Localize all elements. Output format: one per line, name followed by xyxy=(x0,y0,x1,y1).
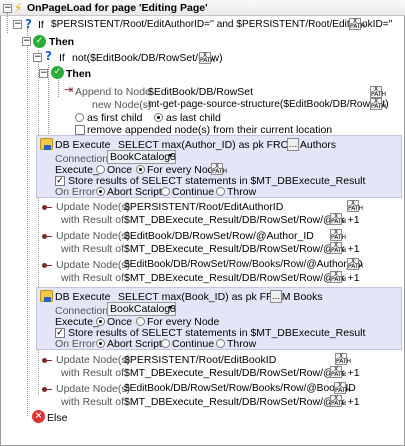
once-radio[interactable] xyxy=(96,317,105,326)
if-keyword: If xyxy=(38,19,44,31)
with-result-label: with Result of xyxy=(61,214,125,226)
xpath-button-icon[interactable]: X PATH xyxy=(347,258,363,270)
update-node-icon xyxy=(42,358,56,363)
then-checkmark-icon: ✓ xyxy=(33,35,46,48)
collapse-root-icon[interactable]: − xyxy=(3,4,12,13)
last-child-label: as last child xyxy=(166,112,221,124)
update-target[interactable]: $PERSISTENT/Root/EditBookID xyxy=(124,354,276,366)
database-icon xyxy=(40,138,53,150)
connection-select[interactable]: BookCatalog3 ▼ xyxy=(107,150,176,164)
with-result-label: with Result of xyxy=(61,367,125,379)
then-label: Then xyxy=(49,36,75,48)
update-label: Update Node(s) xyxy=(56,230,131,242)
update-value[interactable]: $MT_DBExecute_Result/DB/RowSet/Row/@pk +… xyxy=(124,214,360,226)
update-value[interactable]: $MT_DBExecute_Result/DB/RowSet/Row/@pk +… xyxy=(124,243,360,255)
xpath-button-icon[interactable]: X PATH xyxy=(330,395,346,407)
db-execute-label: DB Execute xyxy=(55,139,111,151)
for-every-node-radio[interactable] xyxy=(136,165,145,174)
collapse-then2-icon[interactable]: − xyxy=(39,69,48,78)
then2-label: Then xyxy=(66,68,92,80)
continue-label: Continue xyxy=(172,338,215,350)
store-results-checkbox[interactable]: ✓ xyxy=(55,176,65,186)
update-label: Update Node(s) xyxy=(56,259,131,271)
xpath-button-icon[interactable]: X PATH xyxy=(330,229,346,241)
xpath-button-icon[interactable]: X PATH xyxy=(334,382,350,394)
once-radio[interactable] xyxy=(96,165,105,174)
append-label: Append to Node xyxy=(75,86,151,98)
update-label: Update Node(s) xyxy=(56,354,131,366)
browse-query-button[interactable]: … xyxy=(287,138,299,151)
update-value[interactable]: $MT_DBExecute_Result/DB/RowSet/Row/@pk +… xyxy=(124,272,360,284)
else-x-circle-icon: × xyxy=(32,410,45,423)
xpath-button-icon[interactable]: X PATH xyxy=(330,213,346,225)
abort-script-radio[interactable] xyxy=(96,187,105,196)
update-label: Update Node(s) xyxy=(56,201,131,213)
dropdown-arrow-icon: ▼ xyxy=(167,305,174,312)
store-results-checkbox[interactable]: ✓ xyxy=(55,328,65,338)
collapse-if-icon[interactable]: − xyxy=(13,20,22,29)
first-child-label: as first child xyxy=(87,112,143,124)
dropdown-arrow-icon: ▼ xyxy=(167,153,174,160)
with-result-label: with Result of xyxy=(61,396,125,408)
first-child-radio[interactable] xyxy=(75,113,84,122)
connection-select[interactable]: BookCatalog3 ▼ xyxy=(107,302,176,316)
xpath-button-icon[interactable]: X PATH xyxy=(211,163,227,175)
update-value[interactable]: $MT_DBExecute_Result/DB/RowSet/Row/@pk +… xyxy=(124,396,360,408)
remove-appended-checkbox[interactable] xyxy=(75,125,85,135)
on-error-label: On Error xyxy=(55,338,96,350)
update-node-icon xyxy=(42,263,56,268)
xpath-button-icon[interactable]: X PATH xyxy=(330,242,346,254)
event-title: OnPageLoad for page 'Editing Page' xyxy=(27,2,208,14)
append-target[interactable]: $EditBook/DB/RowSet xyxy=(148,86,253,98)
update-value[interactable]: $MT_DBExecute_Result/DB/RowSet/Row/@pk +… xyxy=(124,367,360,379)
xpath-button-icon[interactable]: X PATH xyxy=(370,98,386,110)
with-result-label: with Result of xyxy=(61,243,125,255)
continue-radio[interactable] xyxy=(161,339,170,348)
lightning-icon: ⚡ xyxy=(14,1,23,15)
xpath-button-icon[interactable]: X PATH xyxy=(330,271,346,283)
update-target[interactable]: $EditBook/DB/RowSet/Row/Books/Row/@Autho… xyxy=(124,259,363,270)
continue-label: Continue xyxy=(172,186,215,198)
abort-script-label: Abort Script xyxy=(107,186,162,198)
then2-checkmark-icon: ✓ xyxy=(51,66,64,79)
abort-script-label: Abort Script xyxy=(107,338,162,350)
throw-label: Throw xyxy=(227,186,257,198)
last-child-radio[interactable] xyxy=(154,113,163,122)
xpath-button-icon[interactable]: X PATH xyxy=(335,353,351,365)
update-label: Update Node(s) xyxy=(56,383,131,395)
abort-script-radio[interactable] xyxy=(96,339,105,348)
if-condition[interactable]: $PERSISTENT/Root/EditAuthorID='' and $PE… xyxy=(51,19,393,30)
if2-keyword: If xyxy=(59,52,65,64)
append-node-icon: ⇥ xyxy=(64,83,74,96)
xpath-button-icon[interactable]: X PATH xyxy=(347,200,363,212)
collapse-if2-icon[interactable]: − xyxy=(33,53,42,62)
db-execute-label: DB Execute xyxy=(55,291,111,303)
update-target[interactable]: $PERSISTENT/Root/EditAuthorID xyxy=(124,201,283,213)
xpath-button-icon[interactable]: X PATH xyxy=(370,86,386,98)
continue-radio[interactable] xyxy=(161,187,170,196)
throw-label: Throw xyxy=(227,338,257,350)
update-node-icon xyxy=(42,387,56,392)
throw-radio[interactable] xyxy=(216,339,225,348)
else-label: Else xyxy=(47,412,68,424)
collapse-then-icon[interactable]: − xyxy=(22,37,31,46)
browse-query-button[interactable]: … xyxy=(270,290,282,303)
xpath-button-icon[interactable]: X PATH xyxy=(199,52,215,64)
update-node-icon xyxy=(42,205,56,210)
xpath-button-icon[interactable]: X PATH xyxy=(330,366,346,378)
if2-question-icon: ? xyxy=(45,49,52,63)
if-question-icon: ? xyxy=(25,17,32,31)
new-nodes-value[interactable]: mt-get-page-source-structure($EditBook/D… xyxy=(148,99,389,110)
throw-radio[interactable] xyxy=(216,187,225,196)
on-error-label: On Error xyxy=(55,186,96,198)
update-node-icon xyxy=(42,234,56,239)
database-icon xyxy=(40,290,53,302)
for-every-node-radio[interactable] xyxy=(136,317,145,326)
xpath-button-icon[interactable]: X PATH xyxy=(349,18,365,30)
update-target[interactable]: $EditBook/DB/RowSet/Row/@Author_ID xyxy=(124,230,314,242)
with-result-label: with Result of xyxy=(61,272,125,284)
new-nodes-label: new Node(s) xyxy=(92,99,152,111)
update-target[interactable]: $EditBook/DB/RowSet/Row/Books/Row/@Book_… xyxy=(124,383,356,394)
